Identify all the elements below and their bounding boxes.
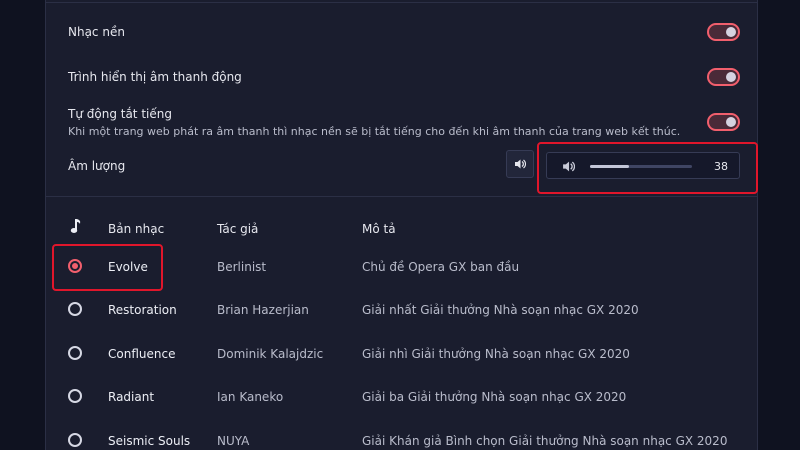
background-music-label: Nhạc nền: [68, 25, 125, 39]
track-description: Giải nhất Giải thưởng Nhà soạn nhạc GX 2…: [362, 303, 639, 317]
music-note-icon: [70, 219, 81, 233]
track-radio-radiant[interactable]: [68, 389, 82, 403]
settings-panel: Nhạc nền Trình hiển thị âm thanh động Tự…: [45, 0, 758, 450]
track-description: Giải ba Giải thưởng Nhà soạn nhạc GX 202…: [362, 390, 627, 404]
toggle-knob: [726, 72, 736, 82]
dynamic-visualizer-toggle[interactable]: [707, 68, 740, 86]
track-author: NUYA: [217, 434, 250, 448]
track-radio-restoration[interactable]: [68, 302, 82, 316]
column-header-author: Tác giả: [217, 222, 259, 236]
track-author: Ian Kaneko: [217, 390, 284, 404]
track-title: Restoration: [108, 303, 177, 317]
section-divider: [46, 196, 757, 197]
auto-mute-label: Tự động tắt tiếng: [68, 107, 172, 121]
annotation-highlight-volume: [537, 142, 758, 194]
toggle-knob: [726, 27, 736, 37]
track-author: Brian Hazerjian: [217, 303, 309, 317]
track-title: Confluence: [108, 347, 176, 361]
annotation-highlight-evolve: [52, 244, 163, 291]
dynamic-visualizer-label: Trình hiển thị âm thanh động: [68, 70, 242, 84]
speaker-icon: [515, 159, 526, 169]
track-description: Giải nhì Giải thưởng Nhà soạn nhạc GX 20…: [362, 347, 630, 361]
track-title: Seismic Souls: [108, 434, 191, 448]
background-music-toggle[interactable]: [707, 23, 740, 41]
track-author: Berlinist: [217, 260, 267, 274]
volume-label: Âm lượng: [68, 159, 126, 173]
track-author: Dominik Kalajdzic: [217, 347, 324, 361]
track-description: Giải Khán giả Bình chọn Giải thưởng Nhà …: [362, 434, 728, 448]
panel-top-divider: [46, 0, 757, 3]
column-header-description: Mô tả: [362, 222, 396, 236]
auto-mute-toggle[interactable]: [707, 113, 740, 131]
track-radio-confluence[interactable]: [68, 346, 82, 360]
auto-mute-description: Khi một trang web phát ra âm thanh thì n…: [68, 125, 681, 138]
track-description: Chủ đề Opera GX ban đầu: [362, 260, 520, 274]
toggle-knob: [726, 117, 736, 127]
column-header-track: Bản nhạc: [108, 222, 165, 236]
mute-button[interactable]: [506, 150, 534, 178]
track-radio-seismic-souls[interactable]: [68, 433, 82, 447]
track-title: Radiant: [108, 390, 155, 404]
